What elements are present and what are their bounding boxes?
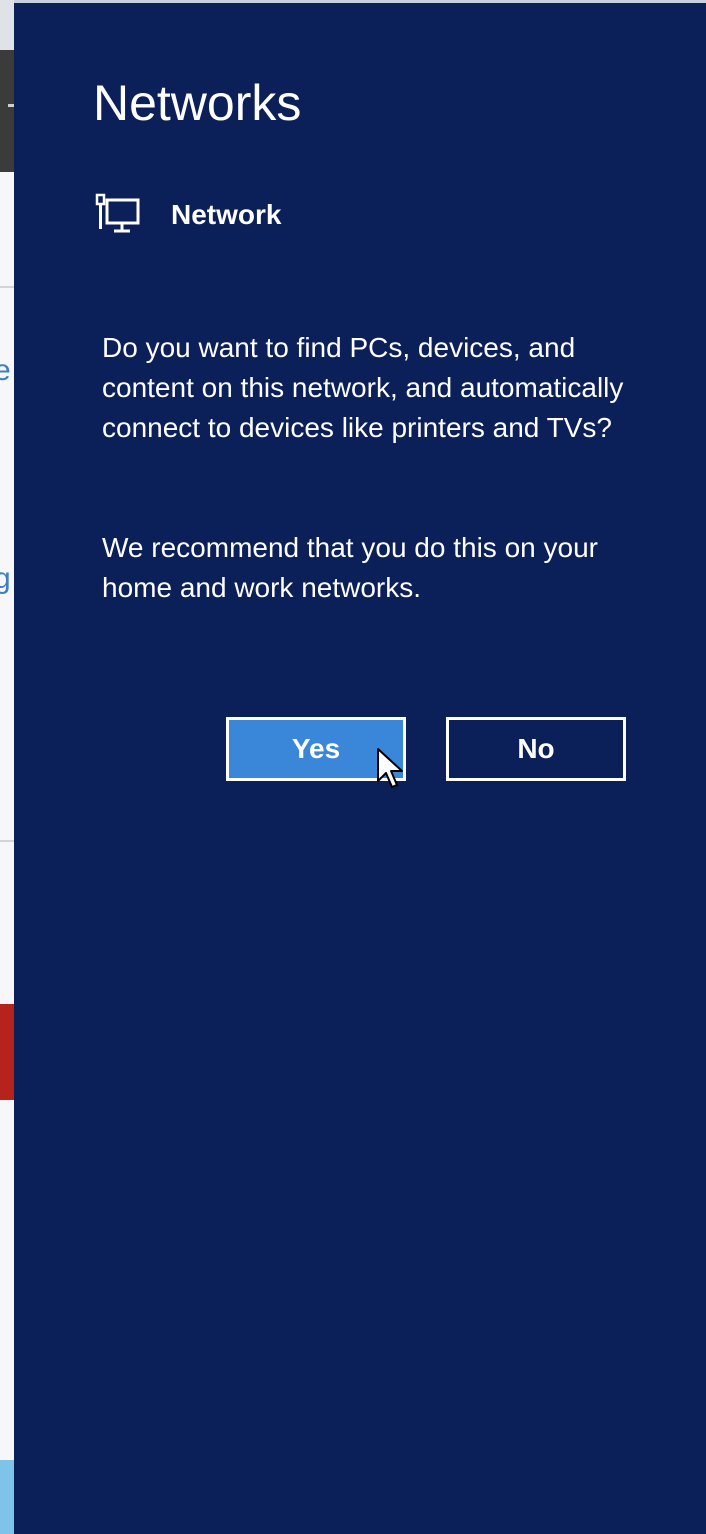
network-item[interactable]: Network xyxy=(94,191,281,239)
recommendation-text: We recommend that you do this on your ho… xyxy=(102,532,598,603)
networks-flyout: Networks Network Do you want to find PCs… xyxy=(14,0,706,1534)
discovery-prompt: Do you want to find PCs, devices, and co… xyxy=(102,332,624,443)
network-name: Network xyxy=(171,199,282,230)
mouse-pointer-icon xyxy=(377,748,403,788)
wired-network-icon xyxy=(94,193,142,237)
background-app-text: g xyxy=(0,562,11,595)
screen: e g Networks Network Do you want to find… xyxy=(0,0,706,1534)
yes-button-label: Yes xyxy=(291,733,341,764)
no-button-label: No xyxy=(517,733,555,764)
panel-title: Networks xyxy=(93,75,302,131)
background-app-text: e xyxy=(0,354,11,387)
no-button[interactable]: No xyxy=(446,717,626,781)
